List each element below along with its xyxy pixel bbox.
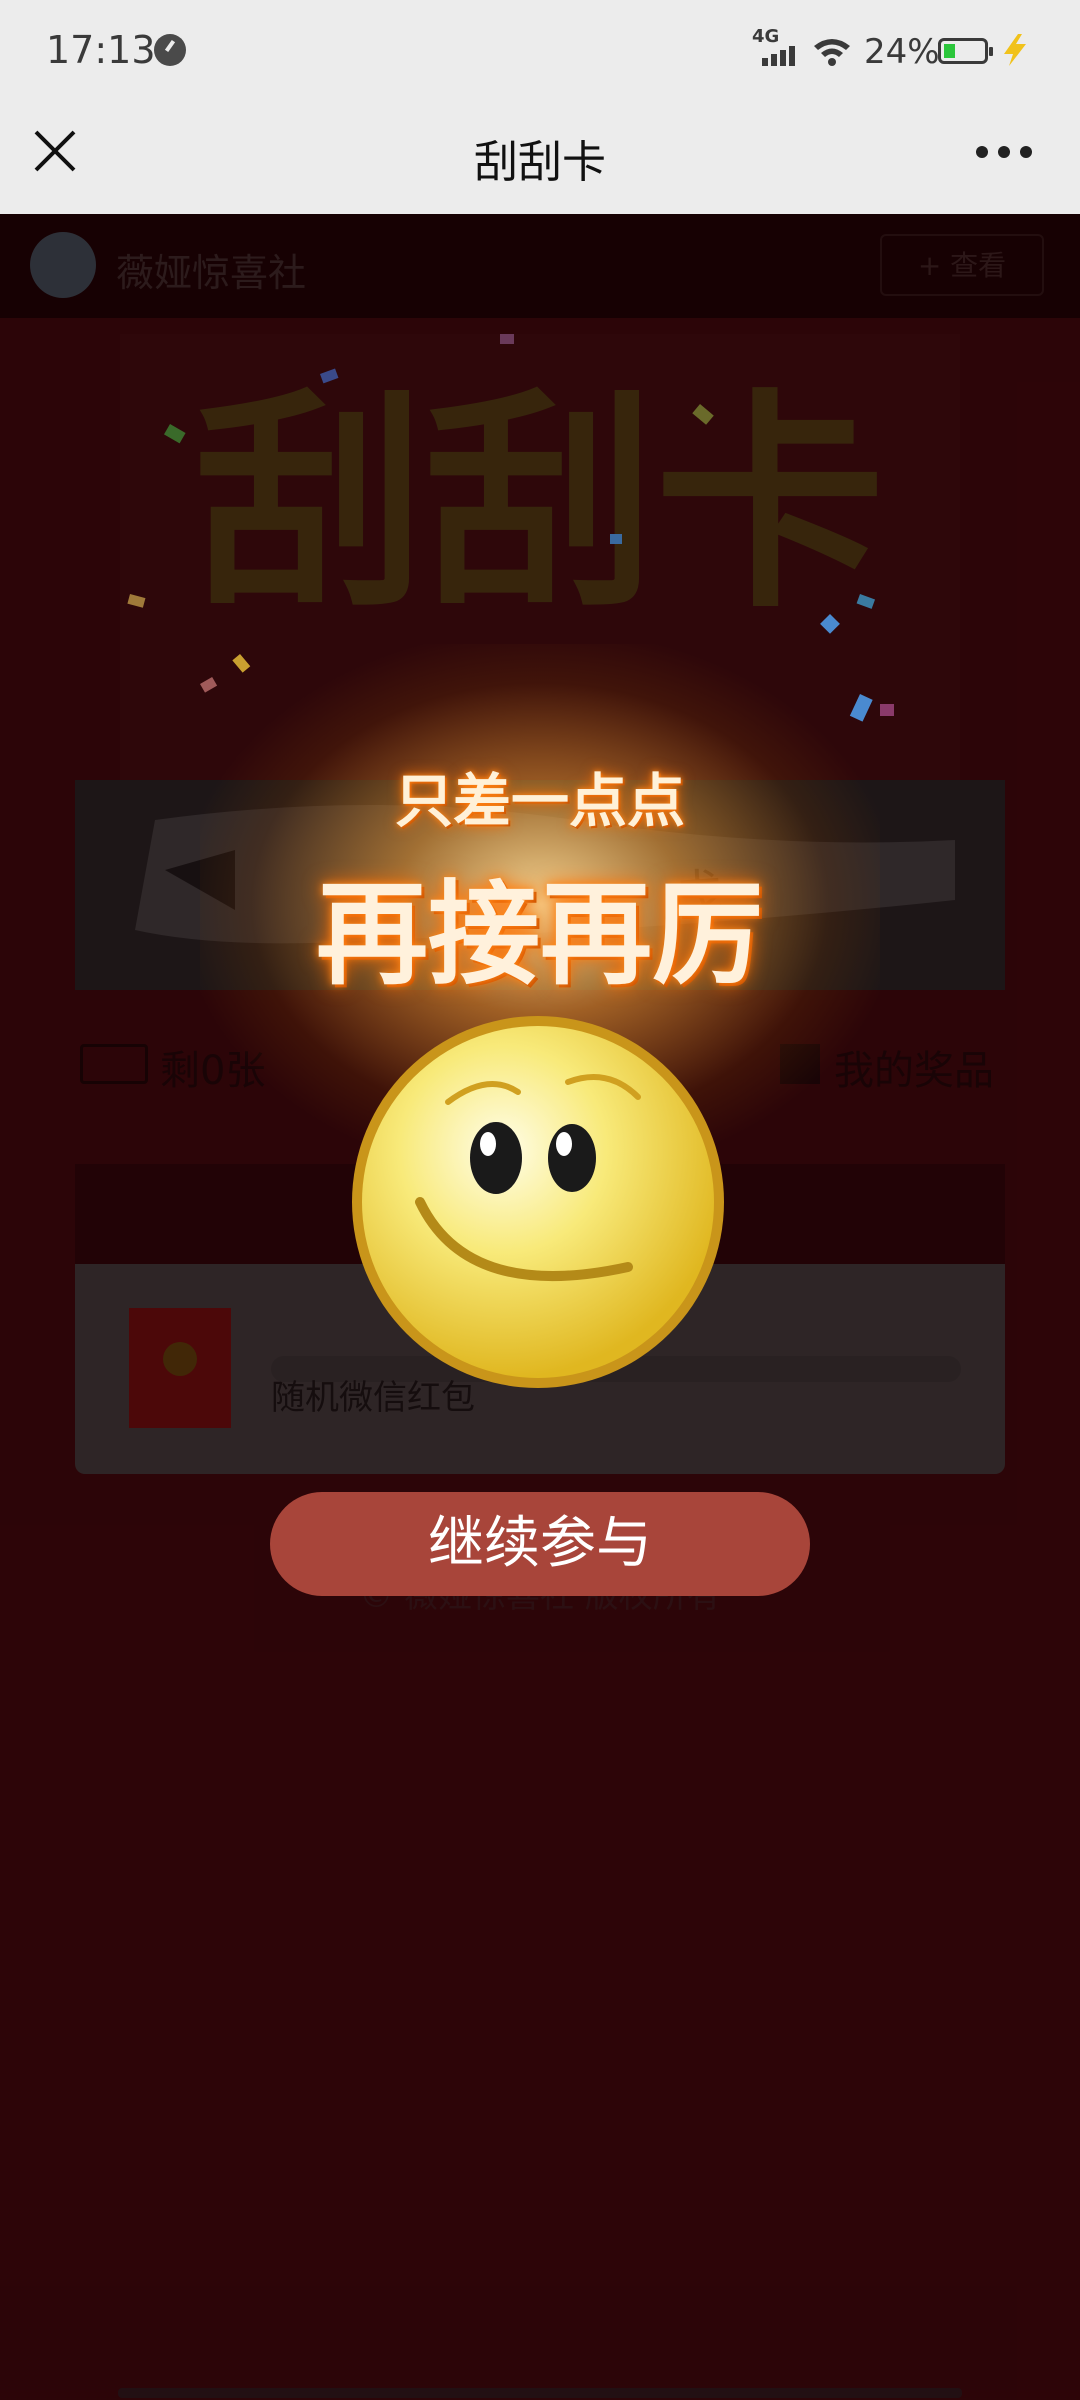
dialog-title: 再接再厉 <box>316 870 764 1000</box>
status-bar: 17:13 4G 24% <box>0 0 1080 104</box>
continue-button[interactable]: 继续参与 <box>270 1492 810 1596</box>
status-time: 17:13 <box>46 28 156 72</box>
charging-bolt-icon <box>1004 34 1026 66</box>
network-type-label: 4G <box>752 26 780 47</box>
cellular-signal-icon: 4G <box>752 26 800 68</box>
smiley-face-icon <box>352 1016 724 1388</box>
more-icon[interactable] <box>976 144 1032 160</box>
battery-percentage: 24% <box>864 32 940 72</box>
dialog-subtitle: 只差一点点 <box>394 767 685 835</box>
battery-icon <box>938 38 993 64</box>
result-overlay: 只差一点点 再接再厉 继续参与 <box>0 214 1080 2400</box>
page-title: 刮刮卡 <box>474 137 606 188</box>
clock-icon <box>154 34 186 66</box>
nav-bar: 刮刮卡 <box>0 104 1080 214</box>
wifi-icon <box>814 39 850 66</box>
